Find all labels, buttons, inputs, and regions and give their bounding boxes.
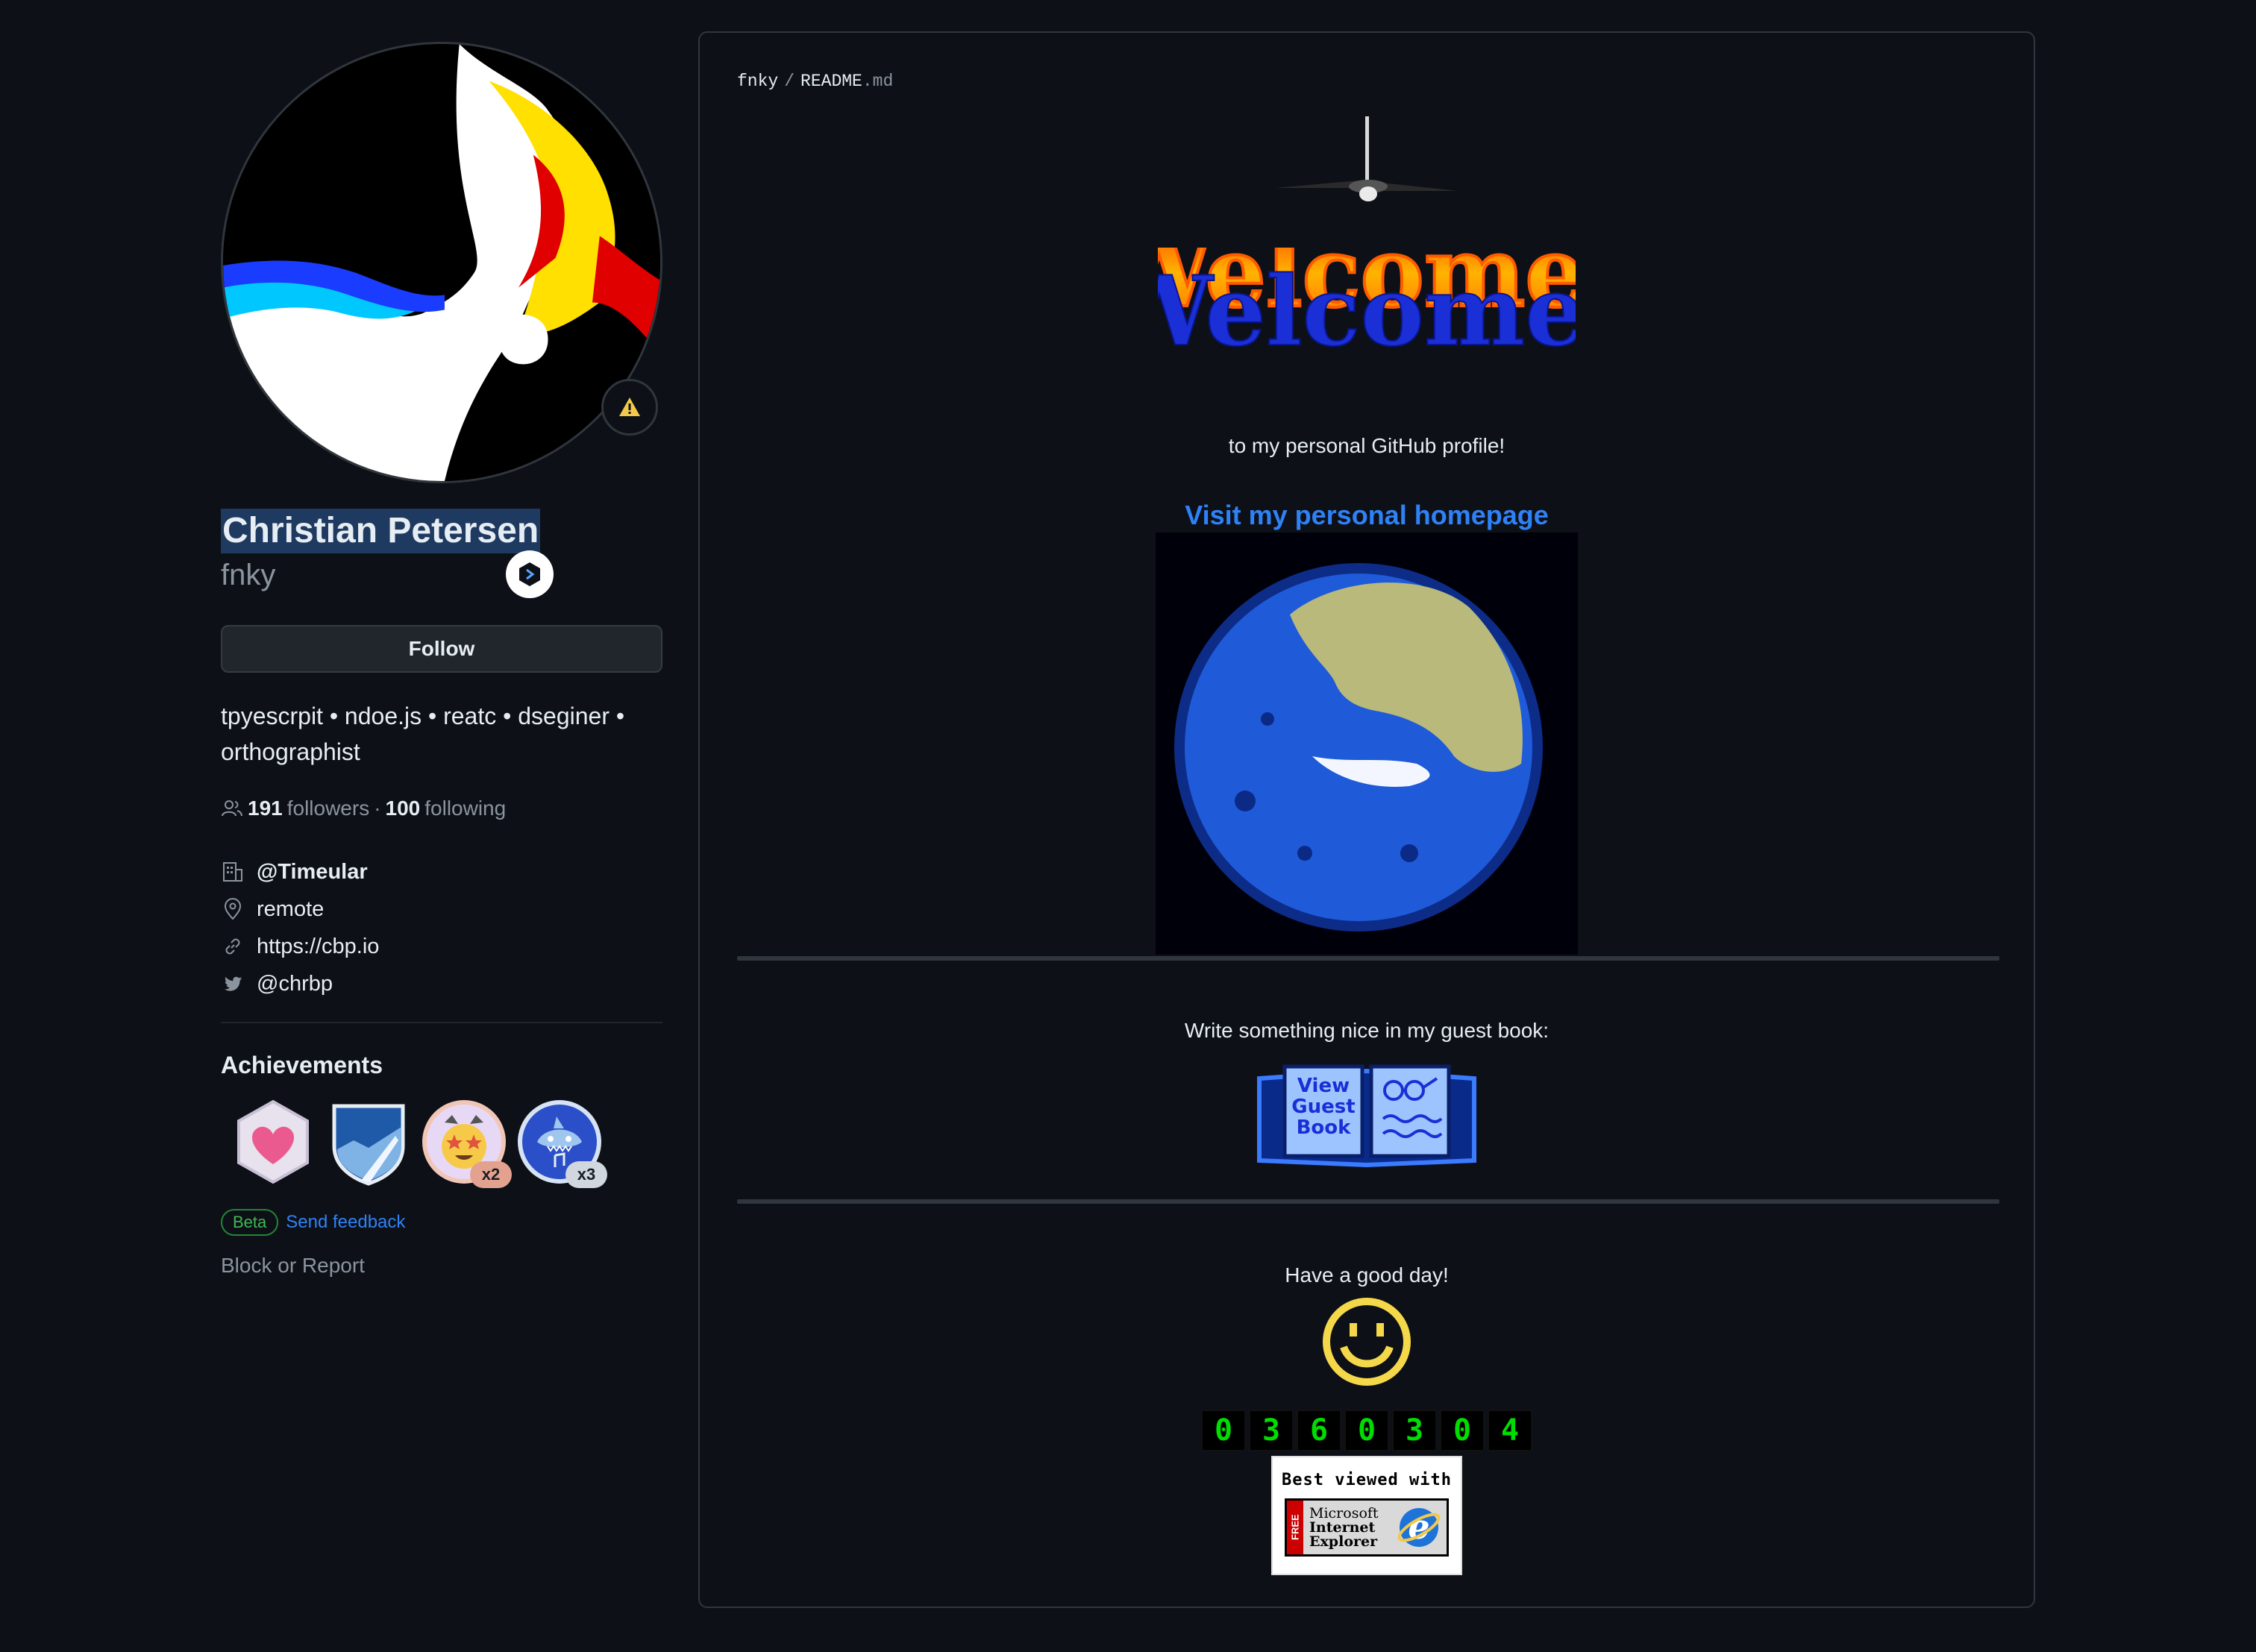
welcome-fire-image: Welcome! Welcome! (1158, 248, 1576, 359)
sidebar-divider (221, 1022, 662, 1023)
counter-digit: 3 (1392, 1410, 1437, 1451)
readme-breadcrumb: fnky / README.md (737, 72, 893, 91)
profile-name: Christian Petersen (221, 509, 541, 553)
guestbook-row: View Guest Book (700, 1056, 2034, 1168)
readme-divider-1 (737, 956, 1999, 961)
goodbye-row: Have a good day! (700, 1263, 2034, 1287)
visitor-counter: 0 3 6 0 3 0 4 (1201, 1410, 1532, 1451)
globe-row (700, 533, 2034, 955)
people-icon (222, 800, 242, 817)
starstruck-badge[interactable]: x2 (419, 1097, 512, 1188)
guestbook-book-text: Book (1297, 1116, 1352, 1139)
arctic-badge[interactable] (324, 1097, 413, 1187)
ie-badge-row: Best viewed with FREE Microsoft Internet… (700, 1456, 2034, 1575)
profile-bio: tpyescrpit • ndoe.js • reatc • dseginer … (221, 703, 625, 765)
profile-username: fnky (221, 559, 276, 591)
warning-icon (619, 398, 640, 416)
breadcrumb-ext: .md (862, 72, 894, 91)
followers-count[interactable]: 191 (248, 797, 283, 820)
readme-panel: fnky / README.md elcome elcome to my per… (698, 31, 2035, 1608)
beta-label: Beta (221, 1209, 279, 1236)
counter-digit: 6 (1297, 1410, 1341, 1451)
ceiling-fan-image (1276, 116, 1458, 201)
welcome-blue-text: Welcome! (1158, 256, 1576, 359)
guestbook-prompt-row: Write something nice in my guest book: (700, 1019, 2034, 1043)
twitter-item[interactable]: @chrbp (221, 965, 662, 1002)
developer-program-icon (519, 562, 540, 586)
homepage-link[interactable]: Visit my personal homepage (1185, 500, 1549, 531)
homepage-link-row: Visit my personal homepage (700, 500, 2034, 531)
heart-badge[interactable] (228, 1097, 318, 1187)
goodbye-text: Have a good day! (1285, 1263, 1449, 1287)
breadcrumb-file[interactable]: README (800, 72, 862, 91)
location-item: remote (221, 891, 662, 928)
globe-image[interactable] (1156, 533, 1578, 955)
profile-page: Christian Petersen fnky Follow tpyescrpi… (0, 0, 2256, 1652)
intro-row: to my personal GitHub profile! (700, 434, 2034, 458)
guestbook-image[interactable]: View Guest Book (1255, 1056, 1479, 1168)
welcome-row: Welcome! Welcome! (700, 248, 2034, 359)
follow-stats: 191 followers · 100 following (221, 797, 662, 820)
profile-details: @Timeular remote https://cbp.io @chrbp (221, 853, 662, 1002)
ie-words: Microsoft Internet Explorer (1303, 1504, 1379, 1550)
shark-count: x3 (565, 1161, 607, 1188)
block-or-report-link[interactable]: Block or Report (221, 1254, 662, 1278)
visitor-counter-row: 0 3 6 0 3 0 4 (700, 1410, 2034, 1451)
starstruck-count: x2 (470, 1161, 512, 1188)
arctic-icon (332, 1104, 405, 1186)
twitter-link[interactable]: @chrbp (257, 972, 333, 996)
twitter-icon (221, 972, 245, 996)
link-icon (221, 935, 245, 958)
ie-badge-caption: Best viewed with (1282, 1471, 1452, 1489)
location-pin-icon (221, 897, 245, 921)
ie-line-explorer: Explorer (1309, 1533, 1378, 1550)
counter-digit: 0 (1440, 1410, 1485, 1451)
ie-e-icon: e (1397, 1507, 1441, 1547)
followers-label[interactable]: followers (287, 797, 369, 820)
username-row: fnky (221, 550, 662, 598)
breadcrumb-user[interactable]: fnky (737, 72, 778, 91)
status-button[interactable] (601, 379, 658, 436)
ceiling-fan-row (700, 116, 2034, 213)
ie-free-label: FREE (1287, 1501, 1303, 1554)
ie-badge[interactable]: Best viewed with FREE Microsoft Internet… (1271, 1456, 1462, 1575)
avatar-wrap (221, 42, 662, 483)
counter-digit: 4 (1488, 1410, 1532, 1451)
follow-button[interactable]: Follow (221, 625, 662, 673)
organization-item[interactable]: @Timeular (221, 853, 662, 891)
building-icon (221, 860, 245, 884)
ie-logo: FREE Microsoft Internet Explorer e (1285, 1498, 1449, 1557)
counter-digit: 3 (1249, 1410, 1294, 1451)
counter-digit: 0 (1344, 1410, 1389, 1451)
send-feedback-link[interactable]: Send feedback (286, 1212, 405, 1233)
counter-digit: 0 (1201, 1410, 1246, 1451)
avatar[interactable] (221, 42, 662, 483)
avatar-image (223, 44, 660, 481)
following-label[interactable]: following (424, 797, 506, 820)
breadcrumb-separator: / (784, 72, 795, 91)
shark-badge[interactable]: x3 (515, 1097, 607, 1188)
website-link[interactable]: https://cbp.io (257, 935, 379, 959)
beta-row: Beta Send feedback (221, 1209, 662, 1236)
guestbook-guest-text: Guest (1291, 1096, 1355, 1118)
ie-line-internet: Internet (1309, 1518, 1376, 1536)
following-count[interactable]: 100 (386, 797, 421, 820)
website-item[interactable]: https://cbp.io (221, 928, 662, 965)
intro-text: to my personal GitHub profile! (1228, 434, 1505, 457)
achievements-title[interactable]: Achievements (221, 1052, 662, 1079)
location-text: remote (257, 896, 325, 921)
achievements-badges: x2 x3 (221, 1097, 662, 1188)
readme-divider-2 (737, 1199, 1999, 1204)
developer-program-badge[interactable] (506, 550, 554, 598)
profile-sidebar: Christian Petersen fnky Follow tpyescrpi… (221, 42, 662, 1278)
smiley-row (700, 1293, 2034, 1390)
smiley-icon (1323, 1298, 1411, 1386)
heart-icon (237, 1099, 309, 1184)
stats-separator: · (374, 797, 381, 820)
ie-line-microsoft: Microsoft (1309, 1504, 1379, 1521)
svg-text:e: e (1408, 1507, 1429, 1547)
guestbook-view-text: View (1297, 1075, 1350, 1097)
guestbook-prompt: Write something nice in my guest book: (1184, 1019, 1550, 1042)
organization-link[interactable]: @Timeular (257, 860, 368, 885)
